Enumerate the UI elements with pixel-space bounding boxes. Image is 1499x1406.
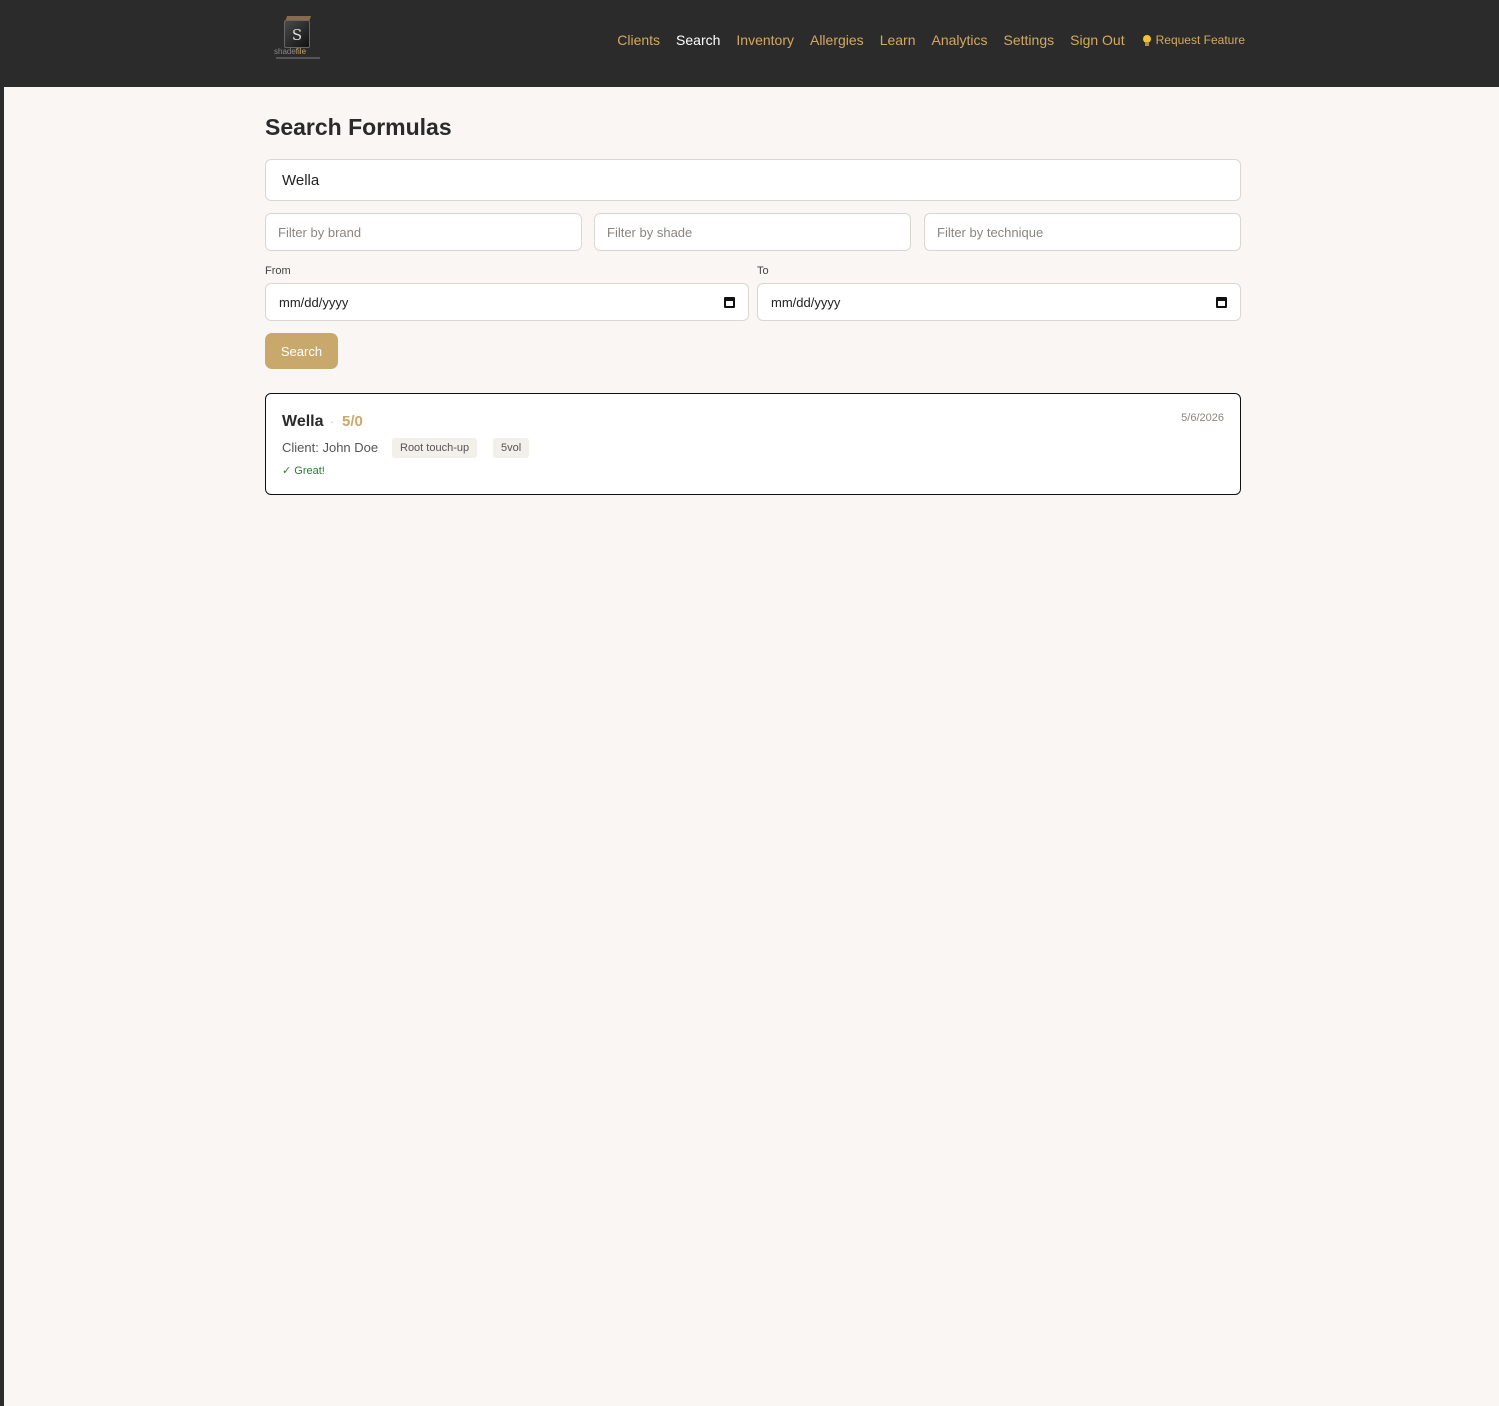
- nav-search[interactable]: Search: [676, 32, 720, 48]
- calendar-icon[interactable]: [1216, 296, 1227, 308]
- logo-mark: S: [284, 20, 310, 48]
- search-input[interactable]: [265, 159, 1241, 201]
- main-nav: Clients Search Inventory Allergies Learn…: [617, 32, 1245, 48]
- from-date-label: From: [265, 265, 291, 277]
- result-shade: 5/0: [342, 413, 363, 430]
- result-note: ✓ Great!: [282, 465, 325, 477]
- shadefile-logo[interactable]: S shadefile: [272, 16, 324, 62]
- top-navbar: S shadefile Clients Search Inventory All…: [4, 0, 1499, 87]
- from-date-input[interactable]: mm/dd/yyyy: [265, 283, 749, 321]
- result-card[interactable]: Wella · 5/0 5/6/2026 Client: John Doe Ro…: [265, 393, 1241, 495]
- page: S shadefile Clients Search Inventory All…: [4, 0, 1499, 1406]
- brand-filter-input[interactable]: [265, 213, 582, 251]
- nav-clients[interactable]: Clients: [617, 32, 660, 48]
- result-tag-developer: 5vol: [493, 438, 530, 458]
- nav-learn[interactable]: Learn: [880, 32, 916, 48]
- page-title: Search Formulas: [265, 114, 452, 140]
- result-client: Client: John Doe: [282, 440, 379, 455]
- to-date-input[interactable]: mm/dd/yyyy: [757, 283, 1241, 321]
- to-date-value: mm/dd/yyyy: [771, 294, 841, 310]
- search-button[interactable]: Search: [265, 333, 338, 369]
- request-feature-link[interactable]: Request Feature: [1142, 33, 1245, 47]
- to-date-label: To: [757, 265, 769, 277]
- from-date-value: mm/dd/yyyy: [279, 294, 349, 310]
- request-feature-label: Request Feature: [1155, 33, 1245, 47]
- nav-analytics[interactable]: Analytics: [932, 32, 988, 48]
- nav-allergies[interactable]: Allergies: [810, 32, 864, 48]
- result-separator: ·: [330, 414, 335, 429]
- nav-inventory[interactable]: Inventory: [736, 32, 794, 48]
- result-tag-technique: Root touch-up: [392, 438, 478, 458]
- result-brand: Wella: [282, 413, 324, 430]
- lightbulb-icon: [1142, 34, 1151, 46]
- calendar-icon[interactable]: [724, 296, 735, 308]
- nav-settings[interactable]: Settings: [1004, 32, 1055, 48]
- logo-tagline: [276, 57, 320, 59]
- technique-filter-input[interactable]: [924, 213, 1241, 251]
- nav-sign-out[interactable]: Sign Out: [1070, 32, 1124, 48]
- result-date: 5/6/2026: [1181, 412, 1224, 424]
- shade-filter-input[interactable]: [594, 213, 911, 251]
- logo-text: shadefile: [274, 47, 307, 56]
